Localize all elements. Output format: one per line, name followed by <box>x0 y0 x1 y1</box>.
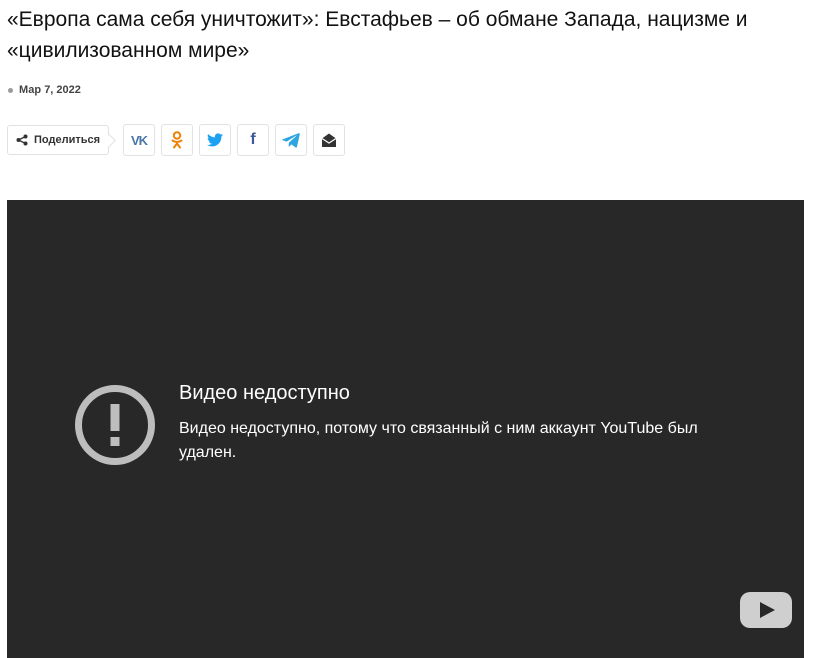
bullet-icon <box>8 87 13 93</box>
twitter-icon <box>207 133 223 147</box>
facebook-icon: f <box>250 131 256 148</box>
article-title: «Европа сама себя уничтожит»: Евстафьев … <box>7 8 748 62</box>
warning-icon <box>75 385 155 465</box>
email-icon <box>321 133 337 147</box>
share-button-label: Поделиться <box>34 134 101 146</box>
share-icon <box>16 134 28 146</box>
telegram-icon <box>282 133 300 148</box>
share-email-button[interactable] <box>313 124 345 156</box>
youtube-logo-icon[interactable] <box>740 592 792 628</box>
share-vk-button[interactable]: VK <box>123 124 155 156</box>
share-button[interactable]: Поделиться <box>7 125 109 155</box>
share-odnoklassniki-button[interactable] <box>161 124 193 156</box>
article-date: Мар 7, 2022 <box>19 84 81 96</box>
odnoklassniki-icon <box>171 131 183 149</box>
share-telegram-button[interactable] <box>275 124 307 156</box>
vk-icon: VK <box>130 132 148 148</box>
article-meta: Мар 7, 2022 <box>8 84 81 96</box>
video-player[interactable]: Видео недоступно Видео недоступно, потом… <box>7 200 804 658</box>
share-twitter-button[interactable] <box>199 124 231 156</box>
video-unavailable-title: Видео недоступно <box>179 382 350 404</box>
share-bar: Поделиться VK f <box>7 124 351 156</box>
share-facebook-button[interactable]: f <box>237 124 269 156</box>
video-unavailable-message: Видео недоступно, потому что связанный с… <box>179 420 698 461</box>
